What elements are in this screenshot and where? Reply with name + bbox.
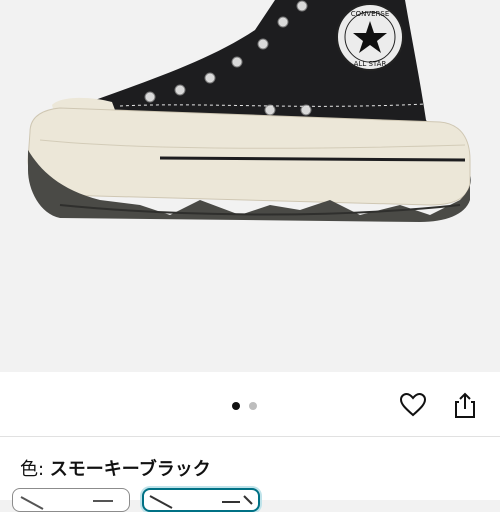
color-swatch-option-1[interactable] [12,488,130,512]
sneaker-illustration: CONVERSE ALL STAR [27,0,471,222]
product-image[interactable]: CONVERSE ALL STAR [0,0,500,372]
selected-color-name: スモーキーブラック [49,459,211,480]
svg-text:ALL STAR: ALL STAR [354,60,387,68]
color-label: 色: [20,459,50,480]
all-star-patch: CONVERSE ALL STAR [336,3,404,71]
color-swatch-option-2[interactable] [142,488,260,512]
swatch-thumbnail-2 [149,495,253,509]
carousel-dot-1[interactable] [232,402,240,410]
swatch-thumbnail-1 [20,496,113,510]
heart-icon [400,393,426,417]
color-swatch-list [12,488,260,512]
carousel-dot-2[interactable] [249,402,257,410]
carousel-indicator[interactable] [232,402,257,410]
color-selector: 色: スモーキーブラック [0,437,500,512]
share-icon [455,392,475,418]
wishlist-button[interactable] [398,390,428,420]
svg-text:CONVERSE: CONVERSE [351,10,390,18]
share-button[interactable] [450,390,480,420]
color-label-row: 色: スモーキーブラック [20,455,211,481]
image-action-bar [0,372,500,436]
